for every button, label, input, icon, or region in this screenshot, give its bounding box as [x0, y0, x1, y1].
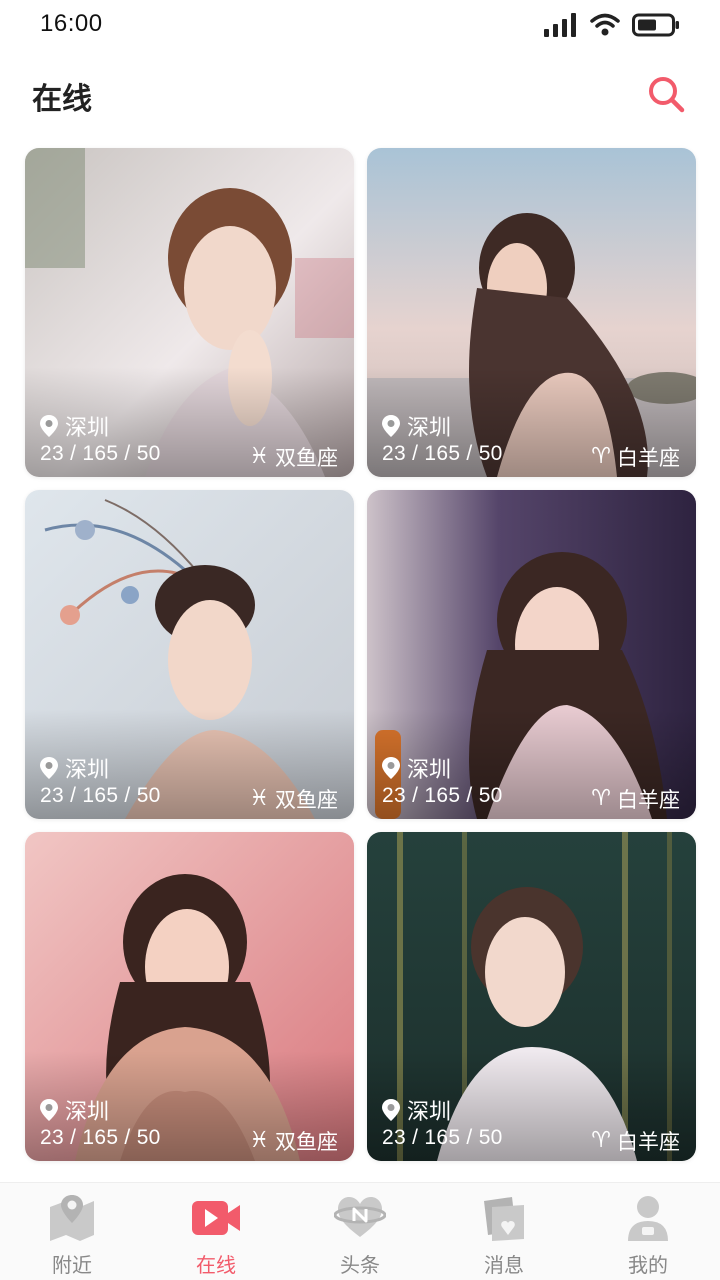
search-icon: [649, 77, 685, 113]
location-text: 深圳: [65, 415, 110, 440]
card-location: 深圳: [39, 1094, 109, 1126]
location-pin-icon: [40, 415, 58, 437]
age-height-weight: 23 / 165 / 50: [382, 442, 503, 465]
location-pin-icon: [40, 1099, 58, 1121]
location-text: 深圳: [65, 1099, 110, 1124]
card-location: 深圳: [39, 410, 109, 442]
nav-item-me[interactable]: 我的: [576, 1183, 720, 1280]
zodiac-text: 双鱼座: [275, 447, 338, 470]
location-text: 深圳: [407, 415, 452, 440]
status-icons: [544, 12, 680, 38]
user-card[interactable]: 深圳 23 / 165 / 50 ♓ 双鱼座: [25, 148, 354, 477]
bottom-nav: 附近 在线 头条 消息 我的: [0, 1182, 720, 1280]
card-location: 深圳: [381, 1094, 451, 1126]
zodiac-text: 白羊座: [617, 447, 680, 470]
card-zodiac: ♈ 白羊座: [591, 784, 680, 814]
video-camera-icon: [192, 1201, 240, 1235]
nav-item-headlines[interactable]: 头条: [288, 1183, 432, 1280]
search-button[interactable]: [646, 74, 686, 114]
aries-icon: ♈: [591, 1128, 611, 1153]
status-time: 16:00: [40, 10, 103, 37]
age-height-weight: 23 / 165 / 50: [40, 1126, 161, 1149]
location-pin-icon: [382, 1099, 400, 1121]
location-text: 深圳: [65, 757, 110, 782]
zodiac-text: 双鱼座: [275, 789, 338, 812]
nav-item-online[interactable]: 在线: [144, 1183, 288, 1280]
card-zodiac: ♈ 白羊座: [591, 442, 680, 472]
location-text: 深圳: [407, 1099, 452, 1124]
zodiac-text: 白羊座: [617, 1131, 680, 1154]
heart-news-icon: [334, 1197, 386, 1237]
map-icon: [50, 1195, 94, 1241]
nav-label: 消息: [484, 1255, 524, 1277]
card-zodiac: ♓ 双鱼座: [249, 784, 338, 814]
pisces-icon: ♓: [249, 786, 269, 811]
status-bar: 16:00: [0, 0, 720, 50]
profile-icon: [628, 1196, 668, 1241]
user-card[interactable]: 深圳 23 / 165 / 50 ♈ 白羊座: [367, 148, 696, 477]
card-location: 深圳: [39, 752, 109, 784]
location-pin-icon: [40, 757, 58, 779]
age-height-weight: 23 / 165 / 50: [40, 442, 161, 465]
pisces-icon: ♓: [249, 1128, 269, 1153]
card-zodiac: ♓ 双鱼座: [249, 1126, 338, 1156]
zodiac-text: 双鱼座: [275, 1131, 338, 1154]
wifi-icon: [590, 13, 620, 36]
pisces-icon: ♓: [249, 444, 269, 469]
location-text: 深圳: [407, 757, 452, 782]
user-card[interactable]: 深圳 23 / 165 / 50 ♓ 双鱼座: [25, 490, 354, 819]
zodiac-text: 白羊座: [617, 789, 680, 812]
online-users-grid: 深圳 23 / 165 / 50 ♓ 双鱼座 深圳 23 / 165 / 50 …: [25, 148, 696, 1161]
aries-icon: ♈: [591, 786, 611, 811]
location-pin-icon: [382, 415, 400, 437]
age-height-weight: 23 / 165 / 50: [382, 784, 503, 807]
page-title: 在线: [32, 83, 92, 116]
card-location: 深圳: [381, 752, 451, 784]
aries-icon: ♈: [591, 444, 611, 469]
photo-message-icon: [484, 1197, 524, 1241]
nav-label: 在线: [196, 1255, 236, 1277]
user-card[interactable]: 深圳 23 / 165 / 50 ♓ 双鱼座: [25, 832, 354, 1161]
nav-label: 头条: [340, 1255, 380, 1277]
card-zodiac: ♈ 白羊座: [591, 1126, 680, 1156]
cellular-signal-icon: [544, 13, 576, 37]
nav-item-nearby[interactable]: 附近: [0, 1183, 144, 1280]
battery-icon: [632, 13, 679, 37]
location-pin-icon: [382, 757, 400, 779]
user-card[interactable]: 深圳 23 / 165 / 50 ♈ 白羊座: [367, 490, 696, 819]
user-card[interactable]: 深圳 23 / 165 / 50 ♈ 白羊座: [367, 832, 696, 1161]
nav-item-messages[interactable]: 消息: [432, 1183, 576, 1280]
nav-label: 我的: [628, 1255, 668, 1277]
header: 在线: [0, 60, 720, 130]
card-zodiac: ♓ 双鱼座: [249, 442, 338, 472]
nav-label: 附近: [52, 1255, 92, 1277]
age-height-weight: 23 / 165 / 50: [382, 1126, 503, 1149]
card-location: 深圳: [381, 410, 451, 442]
age-height-weight: 23 / 165 / 50: [40, 784, 161, 807]
